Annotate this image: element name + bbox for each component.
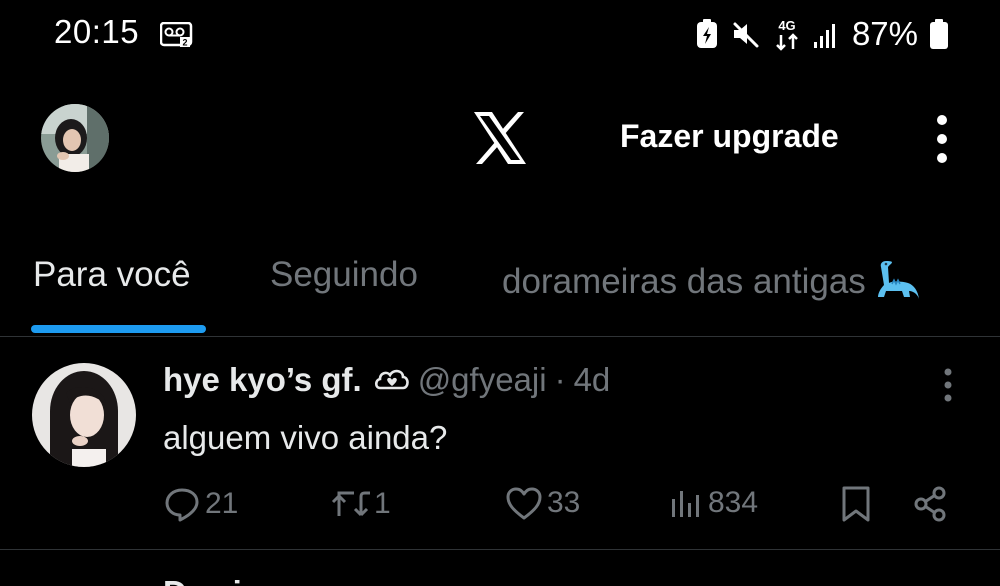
tab-label: Seguindo [270,255,418,294]
views-icon [672,491,699,517]
separator-dot: · [554,361,566,398]
reply-count: 21 [205,487,239,520]
like-button[interactable]: 33 [505,485,580,521]
reply-icon [165,488,199,522]
tab-label: dorameiras das antigas [502,262,866,301]
tab-para-voce[interactable]: Para você [33,255,191,295]
dinosaur-emoji-icon [877,261,919,299]
profile-avatar[interactable] [41,104,109,172]
views-button[interactable]: 834 [670,485,758,521]
next-tweet[interactable]: Dorri [0,550,1000,586]
view-count: 834 [708,486,759,519]
profile-photo [41,104,109,172]
author-display-name[interactable]: hye kyo’s gf. [163,361,362,399]
author-photo [32,363,136,467]
author-handle[interactable]: @gfyeaji [418,361,547,399]
share-icon [914,486,946,522]
status-icons: 4G 87% [696,14,948,54]
heart-icon [506,487,542,520]
tweet-more-icon[interactable] [936,367,960,403]
top-header: Fazer upgrade [0,70,1000,230]
tab-list[interactable]: dorameiras das antigas [502,255,920,303]
tab-label: Para você [33,255,191,294]
tweet-actions: 21 1 33 834 [0,485,1000,525]
bookmark-icon [842,486,870,522]
tweet[interactable]: hye kyo’s gf. @gfyeaji · 4d alguem vivo … [0,337,1000,550]
timeline-tabs: Para você Seguindo dorameiras das antiga… [0,230,1000,337]
upgrade-button[interactable]: Fazer upgrade [620,118,839,155]
tab-seguindo[interactable]: Seguindo [270,255,418,295]
more-vertical-icon[interactable] [925,112,959,166]
cloud-heart-icon [374,369,409,390]
reply-button[interactable]: 21 [163,485,238,523]
retweet-count: 1 [374,487,391,520]
tweet-author-avatar[interactable] [32,363,136,467]
tweet-header: hye kyo’s gf. @gfyeaji · 4d [163,361,610,399]
network-4g-icon: 4G [776,18,798,51]
battery-icon [930,19,948,49]
tweet-timestamp[interactable]: 4d [574,361,611,399]
retweet-button[interactable]: 1 [330,485,391,523]
retweet-icon [331,491,370,517]
like-count: 33 [547,486,581,519]
svg-text:2: 2 [182,38,187,48]
x-logo-icon[interactable] [472,110,528,166]
network-label: 4G [778,18,795,33]
next-author-display-name[interactable]: Dorri [163,574,242,586]
share-button[interactable] [912,485,948,523]
battery-percent: 87% [851,15,918,52]
status-time: 20:15 [54,13,140,50]
voicemail-icon: 2 [160,22,193,48]
mute-icon [733,22,759,48]
bookmark-button[interactable] [840,485,872,523]
status-bar: 20:15 2 4G 87% [0,0,1000,70]
active-tab-indicator [31,325,206,333]
tweet-text: alguem vivo ainda? [163,419,448,456]
battery-saver-icon [696,19,717,48]
signal-icon [813,24,835,48]
